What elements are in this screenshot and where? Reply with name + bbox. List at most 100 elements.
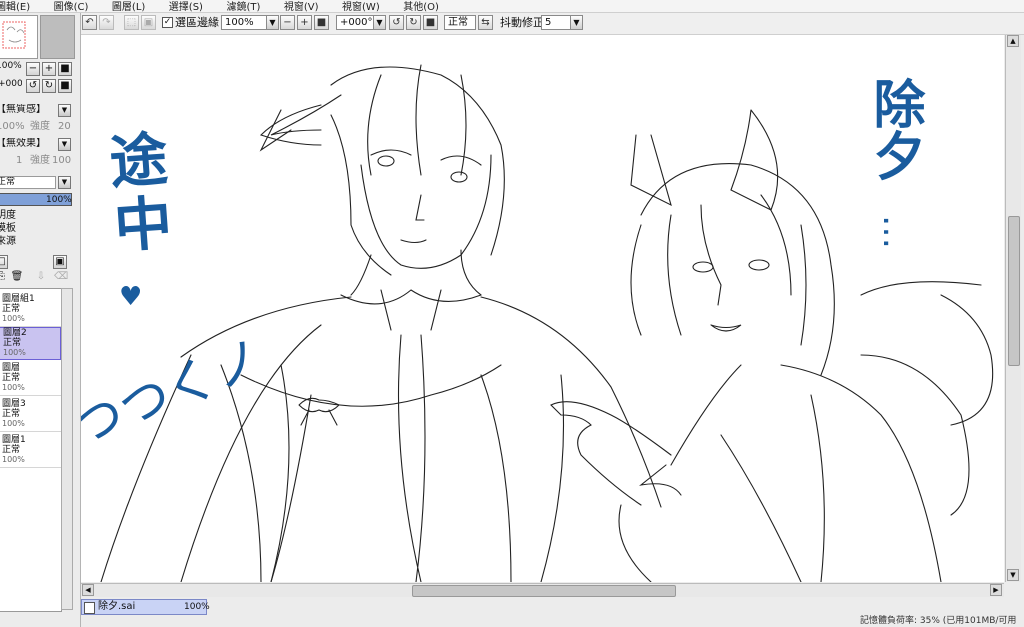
trash-icon[interactable]: 🗑 [10,271,24,285]
menu-filter[interactable]: 濾鏡(T) [226,2,260,12]
horizontal-scroll-thumb[interactable] [412,585,676,597]
navigator-thumbnail[interactable] [0,15,38,59]
rotate-right-icon[interactable]: ↻ [406,15,421,30]
effect-intensity: 100 [52,155,72,166]
handwritten-note-left: 途中 [97,127,175,261]
undo-icon[interactable]: ↶ [82,15,97,30]
zoom-reset-icon[interactable]: ■ [58,62,72,76]
texture-intensity: 20 [58,121,71,132]
document-zoom: 100% [184,602,210,612]
document-tab[interactable]: 除夕.sai 100% [81,599,210,615]
zoom-out-icon[interactable]: − [280,15,295,30]
source-option[interactable]: 來源 [0,236,16,248]
layer-item[interactable]: 圖層3 正常 100% [0,399,61,432]
layer-name: 圖層2 [3,328,27,338]
zoom-out-icon[interactable]: − [26,62,40,76]
selection-edge-label: 選區邊緣 [175,16,219,29]
canvas-toolbar: ↶ ↷ ⬚ ▣ ✓ 選區邊緣 100% ▼ − + ■ +000° ▼ ↺ ↻ … [80,13,1024,35]
chevron-down-icon[interactable]: ▼ [373,15,386,30]
new-layer-icon[interactable]: □ [0,255,8,269]
deselect-icon[interactable]: ⬚ [124,15,139,30]
rotation-select[interactable]: +000° [336,15,374,30]
layer-opacity: 100% [2,383,25,392]
left-panel: 100% − + ■ +000 ↺ ↻ ■ 【無質感】 ▼ 100% 強度 20… [0,13,81,627]
navigator-angle: +000 [0,79,22,89]
rotate-left-icon[interactable]: ↺ [389,15,404,30]
texture-scale: 100% [0,121,25,132]
chevron-down-icon[interactable]: ▼ [570,15,583,30]
layer-list-scrollbar[interactable] [61,288,73,610]
scroll-right-icon[interactable]: ▶ [990,584,1002,596]
layer-name: 圖層3 [2,399,26,409]
stabilizer-select[interactable]: 5 [541,15,571,30]
menu-edit[interactable]: 圖輯(E) [0,2,30,12]
invert-selection-icon[interactable]: ▣ [141,15,156,30]
zoom-reset-icon[interactable]: ■ [314,15,329,30]
layer-mode: 正常 [2,373,21,383]
layer-opacity: 100% [2,455,25,464]
texture-intensity-label: 強度 [30,121,50,132]
layer-opacity: 100% [3,348,26,357]
opacity-value: 100% [46,195,72,205]
horizontal-scrollbar[interactable]: ◀ ▶ [81,583,1004,597]
menu-layer[interactable]: 圖層(L) [112,2,145,12]
layer-name: 圖層1 [2,435,26,445]
menu-other[interactable]: 其他(O) [403,2,439,12]
paper-texture-select[interactable]: 【無質感】 [0,104,56,117]
layer-mode: 正常 [2,445,21,455]
heart-icon: ♥ [119,282,143,312]
rotate-right-icon[interactable]: ↻ [42,79,56,93]
rotate-reset-icon[interactable]: ■ [58,79,72,93]
scroll-down-icon[interactable]: ▼ [1007,569,1019,581]
vertical-scrollbar[interactable]: ▲ ▼ [1005,35,1021,582]
layer-mode: 正常 [2,409,21,419]
menu-image[interactable]: 圖像(C) [54,2,89,12]
layer-item-selected[interactable]: 圖層2 正常 100% [0,327,61,360]
zoom-select[interactable]: 100% [221,15,267,30]
rotate-reset-icon[interactable]: ■ [423,15,438,30]
chevron-down-icon[interactable]: ▼ [58,104,71,117]
zoom-in-icon[interactable]: + [42,62,56,76]
new-folder-icon[interactable]: ▣ [53,255,67,269]
chevron-down-icon[interactable]: ▼ [58,176,71,189]
menu-selection[interactable]: 選擇(S) [169,2,203,12]
navigator-preview-icon [2,21,26,49]
document-name: 除夕.sai [98,601,136,612]
copy-layer-icon[interactable]: ⎘ [0,271,8,285]
chevron-down-icon[interactable]: ▼ [58,138,71,151]
preserve-opacity-option[interactable]: 明度 [0,210,16,222]
layer-item[interactable]: 圖層 正常 100% [0,363,61,396]
effect-intensity-label: 強度 [30,155,50,166]
redo-icon[interactable]: ↷ [99,15,114,30]
layer-opacity: 100% [2,314,25,323]
document-icon [84,602,95,614]
merge-down-icon[interactable]: ⇩ [34,271,48,285]
layer-mode: 正常 [2,304,21,314]
blend-mode-select[interactable]: 正常 [444,15,476,30]
layer-item[interactable]: 圖層組1 正常 100% [0,294,61,327]
layer-opacity: 100% [2,419,25,428]
zoom-in-icon[interactable]: + [297,15,312,30]
flip-horizontal-icon[interactable]: ⇆ [478,15,493,30]
drawing-canvas[interactable]: 途中 ♥ ゞつつくノ 除夕 … [81,35,1004,582]
scroll-left-icon[interactable]: ◀ [82,584,94,596]
menu-bar: 圖輯(E) 圖像(C) 圖層(L) 選擇(S) 濾鏡(T) 視窗(V) 視窗(W… [0,0,1024,13]
handwritten-note-right: 除夕 [864,77,924,181]
memory-status: 記憶體負荷率: 35% (已用101MB/可用 [860,616,1017,626]
effect-select[interactable]: 【無效果】 [0,138,56,151]
layer-mode: 正常 [3,338,22,348]
navigator-zoom: 100% [0,61,22,71]
rotate-left-icon[interactable]: ↺ [26,79,40,93]
layer-list: 圖層組1 正常 100% 圖層2 正常 100% 圖層 正常 100% 圖層3 … [0,288,62,612]
clear-layer-icon[interactable]: ⌫ [54,271,68,285]
vertical-scroll-thumb[interactable] [1008,216,1020,366]
clipping-option[interactable]: 模板 [0,223,16,235]
layer-blend-select[interactable]: 正常 [0,176,56,189]
chevron-down-icon[interactable]: ▼ [266,15,279,30]
menu-view[interactable]: 視窗(V) [284,2,319,12]
scroll-up-icon[interactable]: ▲ [1007,35,1019,47]
selection-edge-checkbox[interactable]: ✓ [162,17,173,28]
menu-window[interactable]: 視窗(W) [342,2,380,12]
navigator-thumbnail-secondary [40,15,75,59]
layer-item[interactable]: 圖層1 正常 100% [0,435,61,468]
